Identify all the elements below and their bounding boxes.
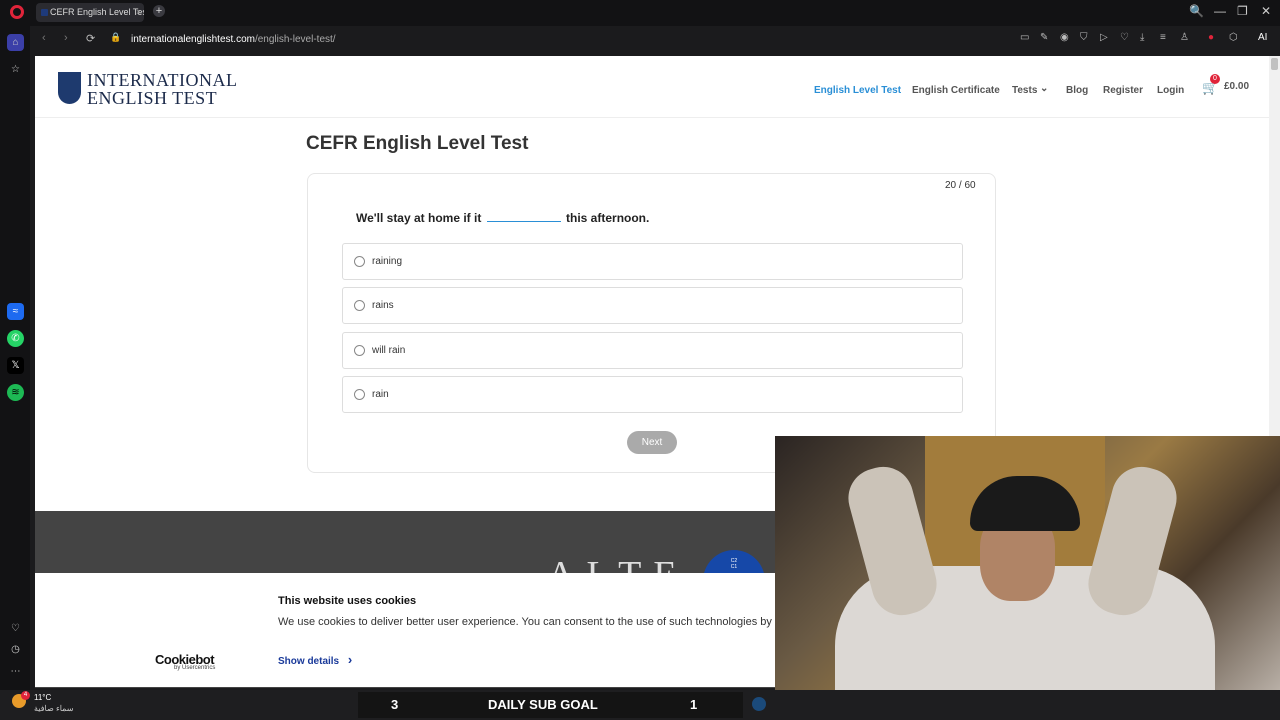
nav-english-certificate[interactable]: English Certificate: [912, 85, 1000, 96]
profile-icon[interactable]: ♙: [1180, 32, 1189, 43]
option-label: rains: [372, 300, 394, 311]
lock-icon: 🔒: [110, 32, 122, 42]
question-before: We'll stay at home if it: [356, 211, 482, 225]
url-domain: internationalenglishtest.com: [131, 34, 255, 45]
new-tab-button[interactable]: +: [153, 5, 165, 17]
tab-bar: CEFR English Level Test - I × + 🔍 — ❐ ✕: [0, 0, 1280, 26]
sub-goal-current: 3: [391, 697, 399, 712]
question-progress: 20 / 60: [945, 180, 976, 191]
heart-icon[interactable]: ♡: [7, 620, 24, 637]
url-field[interactable]: internationalenglishtest.com/english-lev…: [131, 34, 336, 45]
cookie-banner: Cookiebot by Usercentrics This website u…: [35, 573, 787, 687]
nav-english-level-test[interactable]: English Level Test: [814, 85, 901, 96]
sub-goal-title: DAILY SUB GOAL: [488, 697, 598, 712]
cookiebot-subtitle: by Usercentrics: [174, 665, 216, 671]
radio-button[interactable]: [354, 256, 365, 267]
radio-button[interactable]: [354, 389, 365, 400]
badge-level: C2: [730, 558, 738, 564]
cart-total[interactable]: £0.00: [1224, 81, 1249, 92]
badge-level: C1: [730, 564, 738, 570]
cart-count-badge: 0: [1210, 74, 1220, 84]
minimize-button[interactable]: —: [1214, 4, 1226, 18]
cube-icon[interactable]: ⬡: [1229, 32, 1238, 43]
camera-icon[interactable]: ◉: [1060, 32, 1069, 43]
snapshot-icon[interactable]: ▭: [1020, 32, 1029, 43]
show-details-label: Show details: [278, 656, 340, 667]
nav-tests[interactable]: Tests: [1012, 85, 1037, 96]
question-blank: [486, 212, 561, 222]
download-icon[interactable]: ⤓: [1140, 32, 1144, 43]
nav-login[interactable]: Login: [1157, 85, 1184, 96]
ai-button[interactable]: AI: [1258, 32, 1267, 43]
answer-option[interactable]: raining: [342, 243, 963, 280]
answer-option[interactable]: rain: [342, 376, 963, 413]
extension-icon[interactable]: ●: [1208, 32, 1214, 43]
weather-description: سماء صافية: [34, 704, 74, 713]
x-icon[interactable]: 𝕏: [7, 357, 24, 374]
show-details-link[interactable]: Show details ›: [278, 652, 352, 667]
history-icon[interactable]: ◷: [7, 641, 24, 658]
radio-button[interactable]: [354, 300, 365, 311]
scrollbar-thumb[interactable]: [1271, 58, 1278, 70]
tab-close-icon[interactable]: ×: [136, 3, 141, 22]
answer-option[interactable]: rains: [342, 287, 963, 324]
chevron-down-icon[interactable]: ⌄: [1040, 83, 1048, 94]
nav-blog[interactable]: Blog: [1066, 85, 1088, 96]
option-label: raining: [372, 256, 403, 267]
shield-icon[interactable]: ⛉: [1080, 32, 1088, 43]
page-title: CEFR English Level Test: [306, 133, 529, 154]
steam-icon[interactable]: [752, 697, 766, 711]
cookie-text: We use cookies to deliver better user ex…: [278, 616, 787, 628]
more-icon[interactable]: ⋯: [7, 663, 24, 680]
option-label: will rain: [372, 345, 406, 356]
browser-tab[interactable]: CEFR English Level Test - I: [36, 3, 144, 22]
heart-icon[interactable]: ♡: [1120, 32, 1129, 43]
close-window-button[interactable]: ✕: [1261, 4, 1271, 18]
question-text: We'll stay at home if it this afternoon.: [356, 211, 649, 225]
messenger-icon[interactable]: ≈: [7, 303, 24, 320]
weather-badge: 4: [21, 691, 30, 700]
spotify-icon[interactable]: ≋: [7, 384, 24, 401]
opera-icon[interactable]: [10, 5, 24, 19]
option-label: rain: [372, 389, 389, 400]
maximize-button[interactable]: ❐: [1237, 4, 1248, 18]
logo-text[interactable]: ENGLISH TEST: [87, 88, 217, 109]
webcam-overlay: [775, 436, 1280, 720]
search-icon[interactable]: 🔍: [1189, 4, 1204, 18]
chevron-right-icon: ›: [347, 652, 353, 667]
play-icon[interactable]: ▷: [1100, 32, 1108, 43]
tab-favicon-icon: [41, 9, 48, 16]
header-divider: [35, 117, 1269, 118]
temperature: 11°C: [34, 693, 52, 702]
reload-icon[interactable]: ⟳: [86, 32, 95, 45]
question-after: this afternoon.: [566, 211, 650, 225]
forward-icon[interactable]: ›: [64, 32, 68, 44]
cookie-title: This website uses cookies: [278, 595, 417, 607]
radio-button[interactable]: [354, 345, 365, 356]
home-icon[interactable]: ⌂: [7, 34, 24, 51]
whatsapp-icon[interactable]: ✆: [7, 330, 24, 347]
nav-register[interactable]: Register: [1103, 85, 1143, 96]
menu-icon[interactable]: ≡: [1160, 32, 1166, 43]
url-path: /english-level-test/: [254, 34, 336, 45]
logo-shield-icon[interactable]: [58, 72, 81, 104]
edit-icon[interactable]: ✎: [1040, 32, 1048, 43]
back-icon[interactable]: ‹: [42, 32, 46, 44]
next-button[interactable]: Next: [627, 431, 677, 454]
star-icon[interactable]: ☆: [7, 61, 24, 78]
answer-option[interactable]: will rain: [342, 332, 963, 369]
sub-goal-target: 1: [690, 697, 698, 712]
